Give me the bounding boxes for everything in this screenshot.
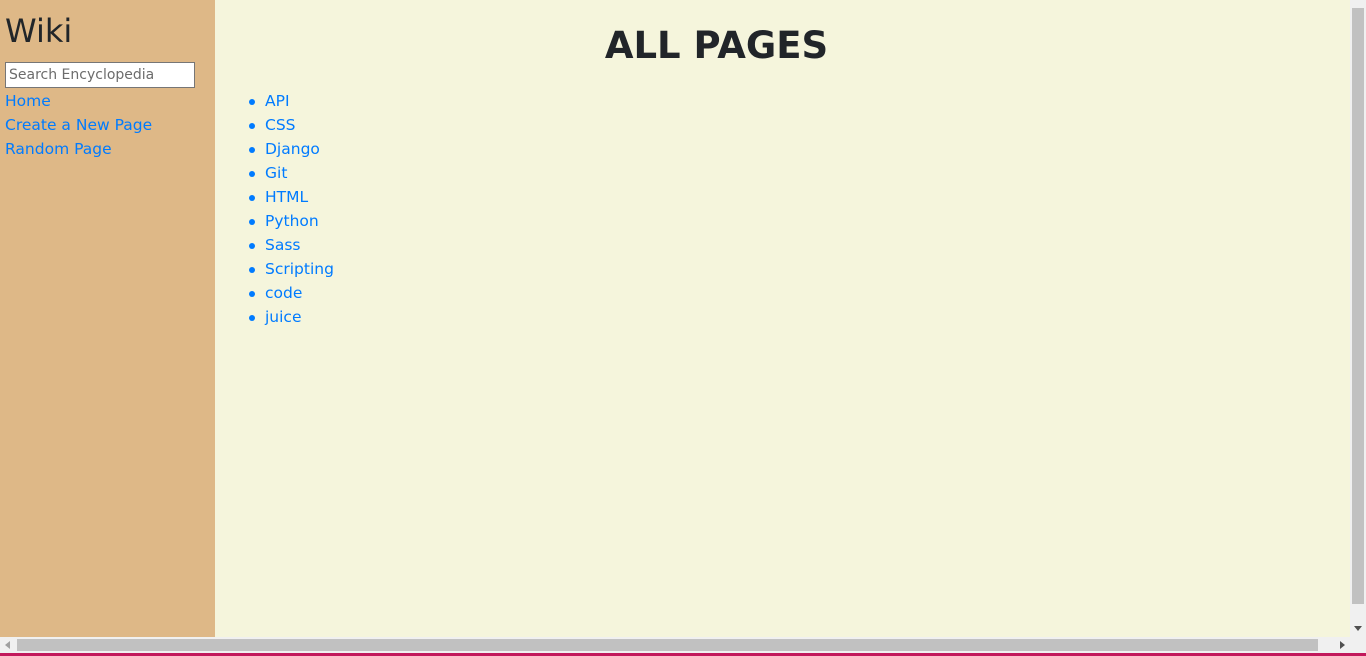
list-item: Scripting bbox=[249, 257, 334, 281]
scroll-right-arrow-icon[interactable] bbox=[1340, 641, 1345, 649]
nav-link-home[interactable]: Home bbox=[5, 89, 152, 113]
entries-list: API CSS Django Git HTML Python Sass Scri… bbox=[249, 89, 334, 329]
entry-link-api[interactable]: API bbox=[265, 92, 290, 110]
site-title: Wiki bbox=[5, 12, 73, 50]
list-item: CSS bbox=[249, 113, 334, 137]
entry-link-juice[interactable]: juice bbox=[265, 308, 302, 326]
list-item: code bbox=[249, 281, 334, 305]
wiki-app: Wiki Home Create a New Page Random Page … bbox=[0, 0, 1366, 656]
list-item: juice bbox=[249, 305, 334, 329]
page-title: ALL PAGES bbox=[604, 24, 829, 67]
list-item: HTML bbox=[249, 185, 334, 209]
list-item: API bbox=[249, 89, 334, 113]
scroll-left-arrow-icon[interactable] bbox=[5, 641, 10, 649]
nav-link-random-page[interactable]: Random Page bbox=[5, 137, 152, 161]
bullet-icon bbox=[249, 195, 255, 201]
bullet-icon bbox=[249, 99, 255, 105]
entry-link-scripting[interactable]: Scripting bbox=[265, 260, 334, 278]
nav-link-create-page[interactable]: Create a New Page bbox=[5, 113, 152, 137]
sidebar-nav: Home Create a New Page Random Page bbox=[5, 89, 152, 161]
bullet-icon bbox=[249, 171, 255, 177]
horizontal-scrollbar[interactable] bbox=[0, 637, 1350, 653]
list-item: Django bbox=[249, 137, 334, 161]
sidebar: Wiki Home Create a New Page Random Page bbox=[0, 0, 215, 637]
bullet-icon bbox=[249, 243, 255, 249]
entry-link-sass[interactable]: Sass bbox=[265, 236, 301, 254]
scroll-down-arrow-icon[interactable] bbox=[1354, 626, 1362, 631]
vertical-scroll-thumb[interactable] bbox=[1352, 8, 1364, 604]
horizontal-scroll-thumb[interactable] bbox=[17, 639, 1318, 651]
entry-link-css[interactable]: CSS bbox=[265, 116, 296, 134]
entry-link-python[interactable]: Python bbox=[265, 212, 319, 230]
bullet-icon bbox=[249, 267, 255, 273]
bullet-icon bbox=[249, 315, 255, 321]
bullet-icon bbox=[249, 291, 255, 297]
bullet-icon bbox=[249, 147, 255, 153]
entry-link-git[interactable]: Git bbox=[265, 164, 287, 182]
list-item: Python bbox=[249, 209, 334, 233]
entry-link-code[interactable]: code bbox=[265, 284, 302, 302]
scrollbar-corner bbox=[1350, 637, 1366, 653]
vertical-scrollbar[interactable] bbox=[1350, 0, 1366, 637]
list-item: Sass bbox=[249, 233, 334, 257]
bullet-icon bbox=[249, 123, 255, 129]
entry-link-django[interactable]: Django bbox=[265, 140, 320, 158]
search-input[interactable] bbox=[5, 62, 195, 88]
bullet-icon bbox=[249, 219, 255, 225]
entry-link-html[interactable]: HTML bbox=[265, 188, 308, 206]
list-item: Git bbox=[249, 161, 334, 185]
main-content: ALL PAGES API CSS Django Git HTML Python… bbox=[215, 0, 1350, 637]
